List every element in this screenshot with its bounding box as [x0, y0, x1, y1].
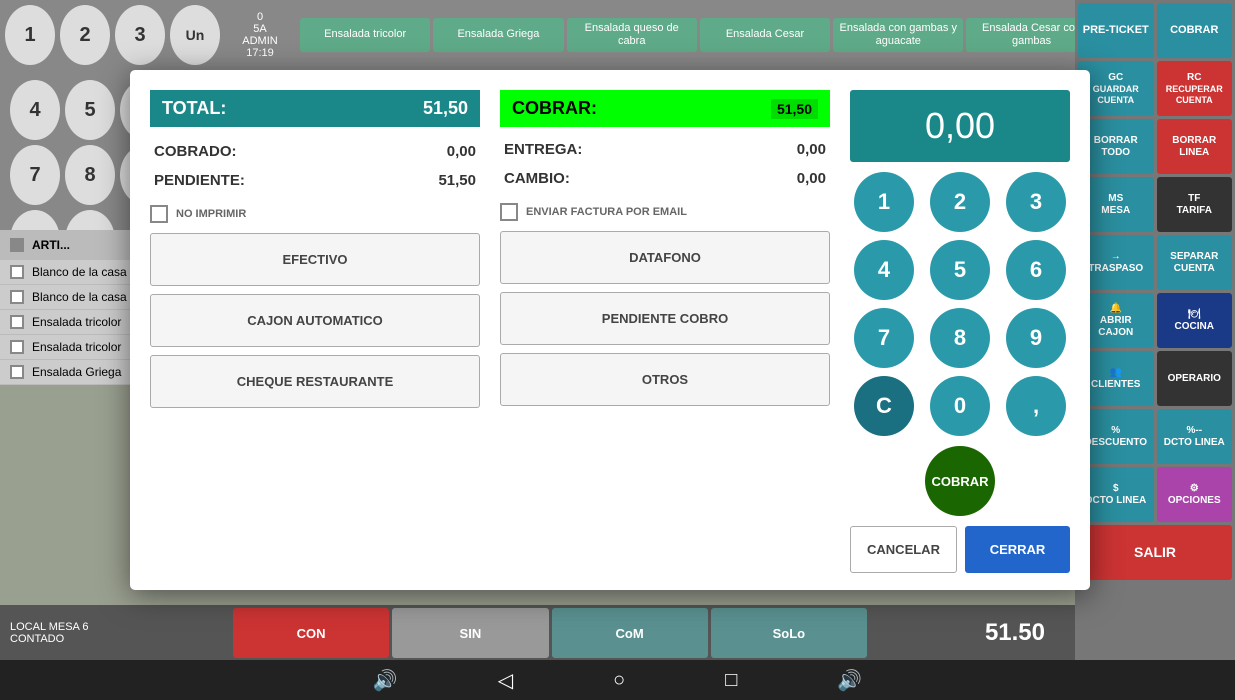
- np-btn-4[interactable]: 4: [854, 240, 914, 300]
- total-row: TOTAL: 51,50: [150, 90, 480, 127]
- menu-btn-ensalada-cesar[interactable]: Ensalada Cesar: [700, 18, 830, 52]
- payment-buttons-right: DATAFONO PENDIENTE COBRO OTROS: [500, 231, 830, 406]
- pre-ticket-btn[interactable]: PRE-TICKET: [1078, 3, 1154, 58]
- cobrar-badge: 51,50: [771, 99, 818, 119]
- modal-numpad: 0,00 1 2 3 4 5 6 7 8 9 C 0 , COBRAR CANC…: [850, 90, 1070, 573]
- borrar-linea-btn[interactable]: BORRARLINEA: [1157, 119, 1233, 174]
- cobrar-label: COBRAR:: [512, 98, 597, 119]
- cambio-label: CAMBIO:: [504, 170, 570, 187]
- nav-volume-icon[interactable]: 🔊: [373, 668, 398, 693]
- payment-buttons-left: EFECTIVO CAJON AUTOMATICO CHEQUE RESTAUR…: [150, 233, 480, 408]
- modal-middle: COBRAR: 51,50 ENTREGA: 0,00 CAMBIO: 0,00…: [500, 90, 830, 573]
- np-btn-9[interactable]: 9: [1006, 308, 1066, 368]
- num-btn-1[interactable]: 1: [5, 5, 55, 65]
- menu-btn-ensalada-tricolor[interactable]: Ensalada tricolor: [300, 18, 430, 52]
- cobrar-circle-btn[interactable]: COBRAR: [925, 446, 995, 516]
- left-num-7[interactable]: 7: [10, 145, 60, 205]
- tf-tarifa-btn[interactable]: TFTARIFA: [1157, 177, 1233, 232]
- np-btn-8[interactable]: 8: [930, 308, 990, 368]
- np-btn-6[interactable]: 6: [1006, 240, 1066, 300]
- bottom-buttons: CON SIN CoM SoLo: [230, 605, 870, 660]
- entrega-label: ENTREGA:: [504, 141, 582, 158]
- left-num-4[interactable]: 4: [10, 80, 60, 140]
- cobrado-value: 0,00: [447, 143, 476, 160]
- np-btn-c[interactable]: C: [854, 376, 914, 436]
- otros-btn[interactable]: OTROS: [500, 353, 830, 406]
- datafono-btn[interactable]: DATAFONO: [500, 231, 830, 284]
- num-btn-2[interactable]: 2: [60, 5, 110, 65]
- nav-recent-icon[interactable]: □: [725, 669, 737, 692]
- no-imprimir-row: NO IMPRIMIR: [150, 205, 480, 223]
- np-btn-1[interactable]: 1: [854, 172, 914, 232]
- cambio-row: CAMBIO: 0,00: [500, 164, 830, 193]
- menu-btn-ensalada-gambas[interactable]: Ensalada con gambas y aguacate: [833, 18, 963, 52]
- cobrado-label: COBRADO:: [154, 143, 237, 160]
- numpad-grid: 1 2 3 4 5 6 7 8 9 C 0 ,: [850, 172, 1070, 436]
- sin-btn[interactable]: SIN: [392, 608, 548, 658]
- center-info: 0 5A ADMIN 17:19: [225, 11, 295, 59]
- com-btn[interactable]: CoM: [552, 608, 708, 658]
- cambio-value: 0,00: [797, 170, 826, 187]
- menu-btn-ensalada-queso[interactable]: Ensalada queso de cabra: [567, 18, 697, 52]
- np-btn-comma[interactable]: ,: [1006, 376, 1066, 436]
- con-btn[interactable]: CON: [233, 608, 389, 658]
- action-buttons: CANCELAR CERRAR: [850, 526, 1070, 573]
- nav-back-icon[interactable]: ◁: [498, 668, 513, 693]
- numpad-display: 0,00: [850, 90, 1070, 162]
- total-value: 51,50: [423, 98, 468, 119]
- enviar-factura-row: ENVIAR FACTURA POR EMAIL: [500, 203, 830, 221]
- np-btn-3[interactable]: 3: [1006, 172, 1066, 232]
- entrega-value: 0,00: [797, 141, 826, 158]
- top-bar: 1 2 3 Un 0 5A ADMIN 17:19 Ensalada trico…: [0, 0, 1235, 70]
- enviar-factura-label: ENVIAR FACTURA POR EMAIL: [526, 206, 687, 218]
- status-line2: CONTADO: [10, 633, 88, 645]
- entrega-row: ENTREGA: 0,00: [500, 135, 830, 164]
- right-panel: PRE-TICKET COBRAR GCGUARDARCUENTA RCRECU…: [1075, 0, 1235, 660]
- cobrar-btn-right[interactable]: COBRAR: [1157, 3, 1233, 58]
- np-btn-7[interactable]: 7: [854, 308, 914, 368]
- status-line1: LOCAL MESA 6: [10, 621, 88, 633]
- no-imprimir-checkbox[interactable]: [150, 205, 168, 223]
- np-btn-2[interactable]: 2: [930, 172, 990, 232]
- pendiente-row: PENDIENTE: 51,50: [150, 166, 480, 195]
- android-nav: 🔊 ◁ ○ □ 🔊: [0, 660, 1235, 700]
- cocina-btn[interactable]: 🍽COCINA: [1157, 293, 1233, 348]
- total-label: TOTAL:: [162, 98, 226, 119]
- dcto-linea-btn[interactable]: %--DCTO LINEA: [1157, 409, 1233, 464]
- cheque-restaurante-btn[interactable]: CHEQUE RESTAURANTE: [150, 355, 480, 408]
- pendiente-label: PENDIENTE:: [154, 172, 245, 189]
- salir-btn[interactable]: SALIR: [1078, 525, 1232, 580]
- cajon-automatico-btn[interactable]: CAJON AUTOMATICO: [150, 294, 480, 347]
- left-num-5[interactable]: 5: [65, 80, 115, 140]
- left-num-8[interactable]: 8: [65, 145, 115, 205]
- modal-left: TOTAL: 51,50 COBRADO: 0,00 PENDIENTE: 51…: [150, 90, 480, 573]
- recuperar-cuenta-btn[interactable]: RCRECUPERARCUENTA: [1157, 61, 1233, 116]
- cobrar-row: COBRAR: 51,50: [500, 90, 830, 127]
- pendiente-value: 51,50: [438, 172, 476, 189]
- pendiente-cobro-btn[interactable]: PENDIENTE COBRO: [500, 292, 830, 345]
- num-btn-3[interactable]: 3: [115, 5, 165, 65]
- menu-btn-ensalada-griega[interactable]: Ensalada Griega: [433, 18, 563, 52]
- efectivo-btn[interactable]: EFECTIVO: [150, 233, 480, 286]
- payment-modal: TOTAL: 51,50 COBRADO: 0,00 PENDIENTE: 51…: [130, 70, 1090, 590]
- np-btn-0[interactable]: 0: [930, 376, 990, 436]
- num-btn-un[interactable]: Un: [170, 5, 220, 65]
- operario-btn[interactable]: OPERARIO: [1157, 351, 1233, 406]
- enviar-factura-checkbox[interactable]: [500, 203, 518, 221]
- nav-home-icon[interactable]: ○: [613, 669, 625, 692]
- cobrado-row: COBRADO: 0,00: [150, 137, 480, 166]
- status-amount: 51.50: [985, 619, 1045, 647]
- no-imprimir-label: NO IMPRIMIR: [176, 208, 246, 220]
- np-btn-5[interactable]: 5: [930, 240, 990, 300]
- cerrar-btn[interactable]: CERRAR: [965, 526, 1070, 573]
- opciones-btn[interactable]: ⚙OPCIONES: [1157, 467, 1233, 522]
- nav-volume2-icon[interactable]: 🔊: [837, 668, 862, 693]
- separar-cuenta-btn[interactable]: SEPARARCUENTA: [1157, 235, 1233, 290]
- cancelar-btn[interactable]: CANCELAR: [850, 526, 957, 573]
- solo-btn[interactable]: SoLo: [711, 608, 867, 658]
